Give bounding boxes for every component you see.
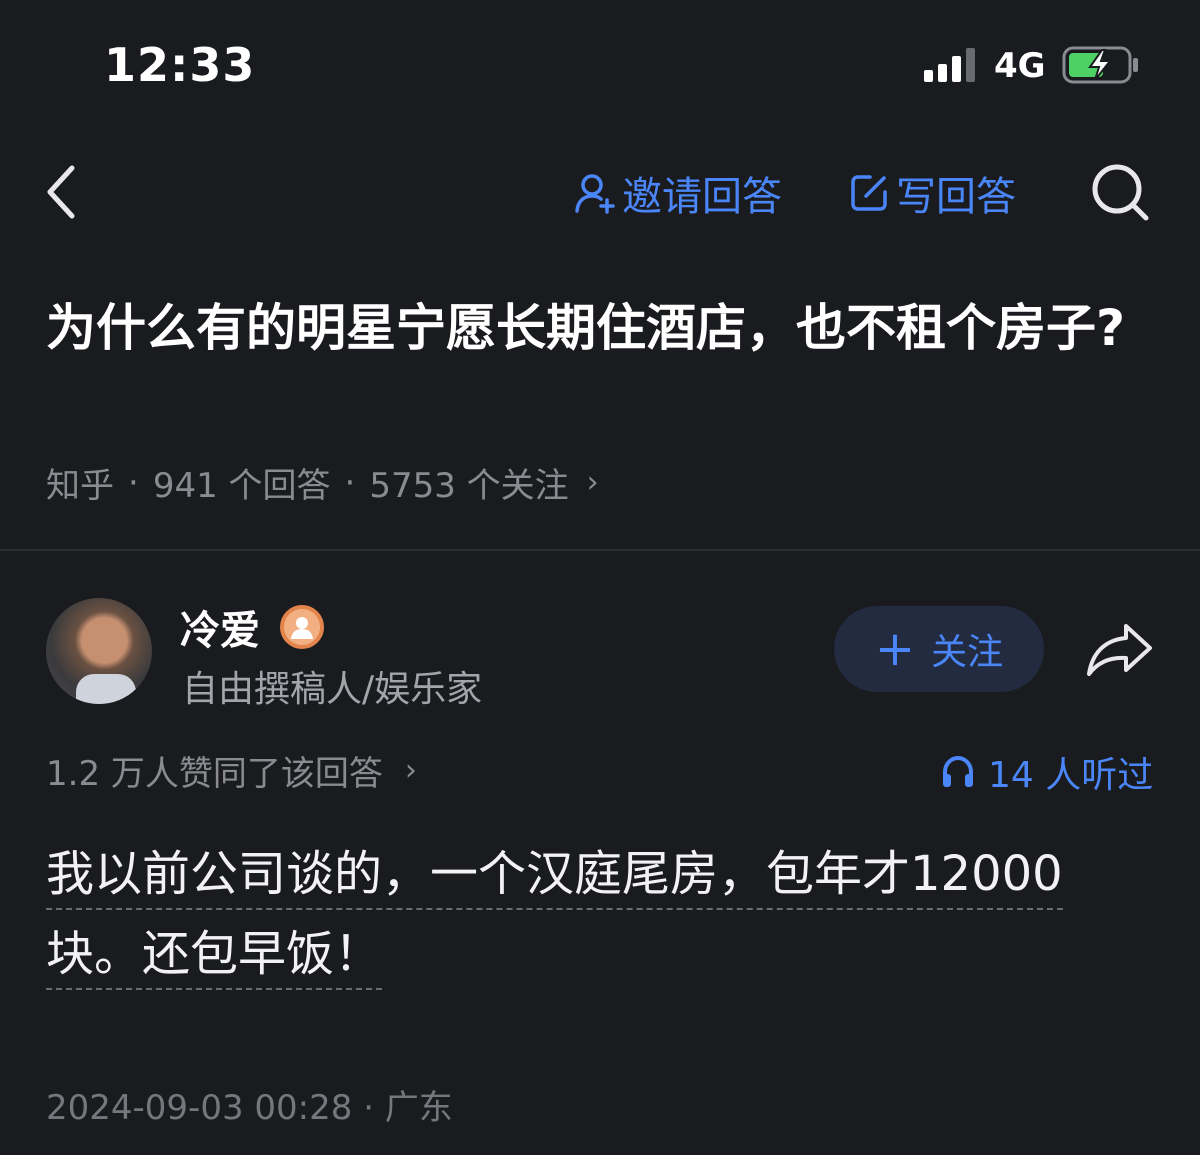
avatar-shirt [76, 674, 136, 704]
question-source: 知乎 [46, 466, 114, 506]
chevron-right-icon: › [404, 753, 417, 788]
invite-answer-button[interactable]: 邀请回答 [574, 163, 782, 223]
answer-count: 941 个回答 [152, 466, 331, 506]
vote-summary[interactable]: 1.2 万人赞同了该回答 › [46, 746, 417, 795]
invite-user-icon [575, 174, 615, 214]
listen-button[interactable]: 14 人听过 [940, 746, 1153, 798]
invite-answer-label: 邀请回答 [622, 174, 782, 220]
write-answer-button[interactable]: 写回答 [848, 163, 1016, 223]
edit-icon [851, 175, 887, 211]
share-icon [1087, 624, 1152, 676]
listen-count: 14 人听过 [988, 755, 1154, 796]
question-meta[interactable]: 知乎 · 941 个回答 · 5753 个关注 › [46, 458, 599, 507]
search-icon [1092, 164, 1149, 221]
author-name: 冷爱 [180, 608, 260, 654]
author-description: 自由撰稿人/娱乐家 [182, 669, 483, 710]
search-button[interactable] [1088, 160, 1152, 224]
follow-button[interactable]: + 关注 [834, 606, 1044, 692]
headphones-icon [943, 755, 973, 787]
answer-text: 我以前公司谈的，一个汉庭尾房，包年才12000块。还包早饭！ [46, 846, 1063, 990]
write-answer-label: 写回答 [896, 174, 1016, 220]
battery-icon [1062, 46, 1142, 84]
separator-dot: · [128, 462, 139, 503]
network-type: 4G [994, 46, 1046, 86]
divider [0, 549, 1200, 551]
signal-icon [924, 46, 976, 82]
chevron-left-icon [47, 165, 75, 219]
question-title[interactable]: 为什么有的明星宁愿长期住酒店，也不租个房子? [46, 290, 1156, 366]
answer-datetime: 2024-09-03 00:28 · 广东 [46, 1088, 453, 1128]
back-button[interactable] [40, 160, 90, 224]
vote-count: 1.2 万人赞同了该回答 [46, 754, 383, 794]
share-button[interactable] [1084, 620, 1156, 680]
verified-badge-icon [280, 605, 324, 649]
follow-count: 5753 个关注 [369, 466, 569, 506]
author-name-row[interactable]: 冷爱 [180, 598, 324, 656]
plus-icon: + [874, 621, 916, 677]
separator-dot: · [344, 462, 356, 503]
chevron-right-icon: › [586, 465, 599, 500]
answer-content[interactable]: 我以前公司谈的，一个汉庭尾房，包年才12000块。还包早饭！ [46, 834, 1156, 994]
avatar[interactable] [46, 598, 152, 704]
follow-label: 关注 [931, 632, 1004, 673]
status-time: 12:33 [104, 38, 256, 92]
